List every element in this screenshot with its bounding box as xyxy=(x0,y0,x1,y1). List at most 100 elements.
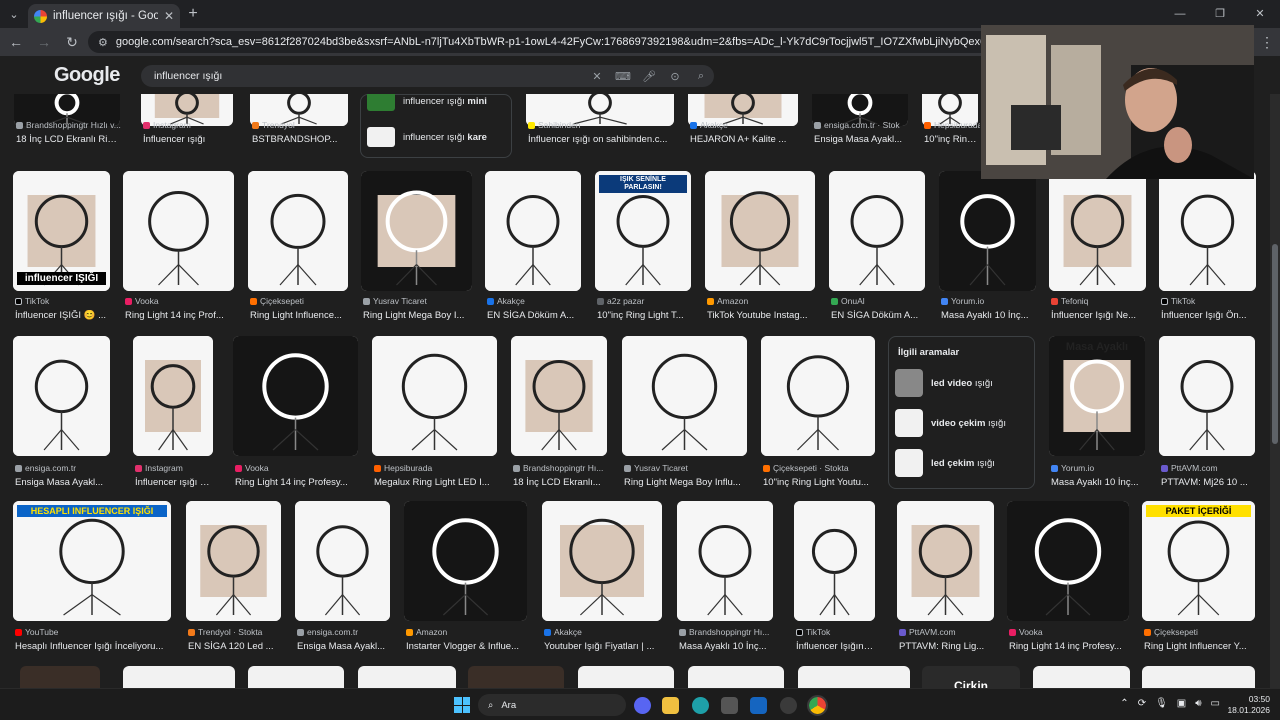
image-result-card[interactable] xyxy=(1033,666,1130,688)
result-title[interactable]: Masa Ayaklı 10 İnç... xyxy=(679,641,773,652)
result-thumbnail[interactable] xyxy=(705,171,815,291)
battery-icon[interactable]: ▭ xyxy=(1211,698,1220,709)
image-result-card[interactable]: Akakçe Youtuber Işığı Fiyatları | ... xyxy=(542,501,662,655)
result-title[interactable]: Hesaplı Influencer Işığı İnceliyoru... xyxy=(15,641,171,652)
image-result-card[interactable] xyxy=(358,666,456,688)
related-item-1[interactable]: led video ışığı xyxy=(895,368,1029,398)
image-result-card[interactable]: Instagram İnfluencer ışığı de... xyxy=(133,336,213,491)
image-result-card[interactable]: ensiga.com.tr · Stok Ensiga Masa Ayakl... xyxy=(812,94,908,148)
result-title[interactable]: 10"inç Ring Light Youtu... xyxy=(763,477,875,488)
mic-icon[interactable]: 🎤︎ xyxy=(636,70,662,83)
image-result-card[interactable]: Vooka Ring Light 14 inç Profesy... xyxy=(1007,501,1129,655)
result-source[interactable]: Çiçeksepeti · Stokta xyxy=(763,463,877,473)
result-title[interactable]: İnfluencer Işığı Ön... xyxy=(1161,310,1256,321)
result-thumbnail[interactable] xyxy=(372,336,497,456)
image-result-card[interactable]: Trendyol BSTBRANDSHOP... xyxy=(250,94,348,148)
image-result-card[interactable]: Amazon Instarter Vlogger & Influe... xyxy=(404,501,527,655)
result-title[interactable]: Ensiga Masa Ayakl... xyxy=(814,134,908,145)
image-result-card[interactable]: TikTok İnfluencer Işığının ... xyxy=(794,501,875,655)
result-thumbnail[interactable] xyxy=(761,336,875,456)
result-source[interactable]: Akakçe xyxy=(690,120,800,130)
result-thumbnail[interactable]: PAKET İÇERİĞİ xyxy=(1142,501,1255,621)
result-thumbnail[interactable] xyxy=(404,501,527,621)
result-thumbnail[interactable] xyxy=(295,501,390,621)
refine-item-kare[interactable]: influencer ışığı kare xyxy=(367,127,487,147)
result-source[interactable]: Instagram xyxy=(135,463,215,473)
result-source[interactable]: Brandshoppingtr Hızlı v... xyxy=(16,120,122,130)
result-thumbnail[interactable]: IŞIK SENİNLE PARLASIN! xyxy=(595,171,691,291)
discord-icon[interactable] xyxy=(634,697,651,714)
search-icon[interactable]: ⌕ xyxy=(688,70,714,83)
result-source[interactable]: TikTok xyxy=(1161,296,1258,306)
image-result-card[interactable]: OnuAl EN SİGA Döküm A... xyxy=(829,171,925,324)
tab-list-icon[interactable]: ⌄ xyxy=(0,0,28,28)
result-source[interactable]: TikTok xyxy=(15,296,112,306)
result-thumbnail[interactable] xyxy=(622,336,747,456)
image-result-card[interactable]: PAKET İÇERİĞİ Çiçeksepeti Ring Light Influ… xyxy=(1142,501,1255,655)
result-title[interactable]: 10"inç Ring Light T... xyxy=(597,310,691,321)
result-thumbnail[interactable]: HESAPLI INFLUENCER IŞIĞI xyxy=(13,501,171,621)
image-result-card[interactable]: Instagram İnfluencer ışığı xyxy=(141,94,233,148)
maximize-icon[interactable]: ❐ xyxy=(1200,0,1240,28)
result-title[interactable]: Ring Light Influence... xyxy=(250,310,348,321)
chevron-up-icon[interactable]: ⌃ xyxy=(1120,698,1128,709)
result-title[interactable]: 18 İnç LCD Ekranlı Rin... xyxy=(16,134,120,145)
clock[interactable]: 03:50 18.01.2026 xyxy=(1227,694,1270,716)
image-result-card[interactable]: Vooka Ring Light 14 inç Profesy... xyxy=(233,336,358,491)
image-result-card[interactable]: Brandshoppingtr Hı... 18 İnç LCD Ekranlı.… xyxy=(511,336,607,491)
keyboard-icon[interactable]: ⌨ xyxy=(610,70,636,83)
result-thumbnail[interactable] xyxy=(677,501,773,621)
result-thumbnail[interactable] xyxy=(688,666,784,688)
image-result-card[interactable]: PttAVM.com PTTAVM: Ring Lig... xyxy=(897,501,994,655)
result-source[interactable]: PttAVM.com xyxy=(1161,463,1257,473)
close-tab-icon[interactable]: ✕ xyxy=(164,9,174,23)
settings-icon[interactable] xyxy=(780,697,797,714)
reload-icon[interactable]: ↻ xyxy=(60,34,84,51)
result-source[interactable]: Tefoniq xyxy=(1051,296,1148,306)
result-title[interactable]: Youtuber Işığı Fiyatları | ... xyxy=(544,641,662,652)
result-source[interactable]: Instagram xyxy=(143,120,235,130)
result-source[interactable]: Sahibinden xyxy=(528,120,676,130)
scrollbar[interactable] xyxy=(1270,94,1280,688)
image-result-card[interactable] xyxy=(578,666,674,688)
tab-active[interactable]: influencer ışığı - Google'da Ara ✕ xyxy=(28,4,180,28)
result-source[interactable]: Amazon xyxy=(707,296,817,306)
result-title[interactable]: PTTAVM: Mj26 10 ... xyxy=(1161,477,1255,488)
result-thumbnail[interactable] xyxy=(511,336,607,456)
store-icon[interactable] xyxy=(721,697,738,714)
image-result-card[interactable]: PttAVM.com PTTAVM: Mj26 10 ... xyxy=(1159,336,1255,491)
result-source[interactable]: ensiga.com.tr · Stok xyxy=(814,120,910,130)
taskbar-search[interactable]: ⌕ Ara xyxy=(478,694,626,716)
image-result-card[interactable]: Hepsiburada 10"inç Ring L... xyxy=(922,94,980,148)
lens-icon[interactable]: ⊙ xyxy=(662,70,688,83)
result-title[interactable]: Ensiga Masa Ayakl... xyxy=(297,641,390,652)
forward-icon[interactable]: → xyxy=(32,34,56,50)
result-source[interactable]: ensiga.com.tr xyxy=(15,463,112,473)
back-icon[interactable]: ← xyxy=(4,34,28,50)
image-result-card[interactable]: Çiçeksepeti Ring Light Influence... xyxy=(248,171,348,324)
mail-icon[interactable] xyxy=(750,697,767,714)
camera-icon[interactable]: ▣ xyxy=(1177,698,1186,709)
image-result-card[interactable]: Trendyol · Stokta EN SİGA 120 Led ... xyxy=(186,501,281,655)
result-thumbnail[interactable] xyxy=(794,501,875,621)
image-result-card[interactable]: Akakçe HEJARON A+ Kalite ... xyxy=(688,94,798,148)
result-title[interactable]: Ring Light Influencer Y... xyxy=(1144,641,1255,652)
result-title[interactable]: Ring Light 14 inç Profesy... xyxy=(235,477,358,488)
result-title[interactable]: İnfluencer ışığı on sahibinden.c... xyxy=(528,134,674,145)
result-source[interactable]: YouTube xyxy=(15,627,173,637)
minimize-icon[interactable]: — xyxy=(1160,0,1200,28)
windows-start-icon[interactable] xyxy=(454,697,470,713)
result-source[interactable]: a2z pazar xyxy=(597,296,693,306)
site-info-icon[interactable]: ⚙ xyxy=(98,36,108,49)
image-result-card[interactable] xyxy=(468,666,564,688)
image-result-card[interactable] xyxy=(123,666,235,688)
result-title[interactable]: İnfluencer ışığı de... xyxy=(135,477,213,488)
result-thumbnail[interactable] xyxy=(13,336,110,456)
image-result-card[interactable] xyxy=(798,666,910,688)
image-result-card[interactable]: Vooka Ring Light 14 inç Prof... xyxy=(123,171,234,324)
result-source[interactable]: Yorum.io xyxy=(1051,463,1147,473)
image-result-card[interactable]: Brandshoppingtr Hı... Masa Ayaklı 10 İnç.… xyxy=(677,501,773,655)
result-thumbnail[interactable] xyxy=(123,666,235,688)
result-source[interactable]: Hepsiburada xyxy=(924,120,980,130)
result-title[interactable]: PTTAVM: Ring Lig... xyxy=(899,641,994,652)
